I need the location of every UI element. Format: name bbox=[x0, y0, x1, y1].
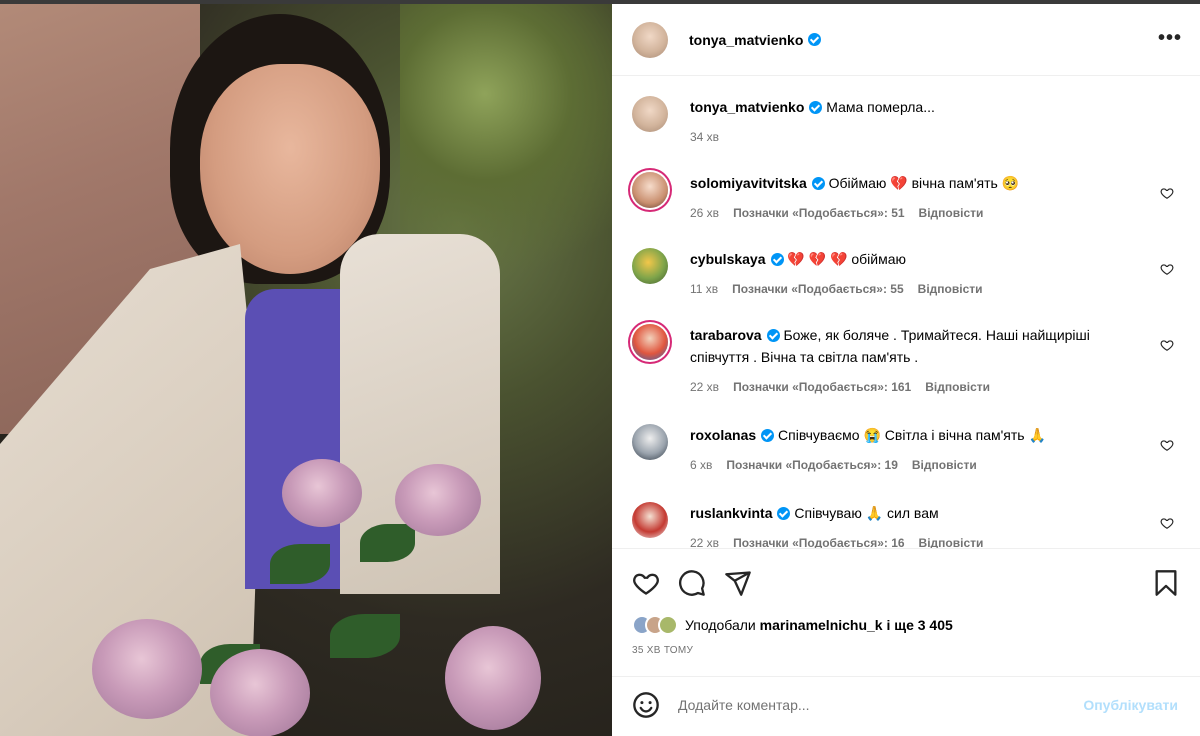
caption-username[interactable]: tonya_matvienko bbox=[690, 99, 804, 115]
verified-badge-icon bbox=[766, 329, 780, 342]
comment-likes[interactable]: Позначки «Подобається»: 19 bbox=[726, 454, 897, 476]
comment-body: roxolanas Співчуваємо 😭 Світла і вічна п… bbox=[690, 424, 1150, 476]
comment-meta: 6 хв Позначки «Подобається»: 19 Відповіс… bbox=[690, 454, 1150, 476]
photo-rose bbox=[282, 459, 362, 527]
browser-frame: tonya_matvienko ••• tonya_matvienko Мама… bbox=[0, 0, 1200, 736]
more-options-icon[interactable]: ••• bbox=[1158, 28, 1182, 48]
verified-badge-icon bbox=[811, 177, 825, 190]
comment-icon[interactable] bbox=[678, 569, 706, 597]
caption-avatar[interactable] bbox=[632, 96, 668, 132]
photo-rose bbox=[445, 626, 541, 730]
reply-button[interactable]: Відповісти bbox=[925, 376, 990, 398]
liker-avatar bbox=[658, 615, 678, 635]
comment-text: Обіймаю 💔 вічна пам'ять 🥺 bbox=[828, 175, 1020, 191]
comment-time[interactable]: 22 хв bbox=[690, 532, 719, 548]
photo-leaf bbox=[270, 544, 330, 584]
liked-by-row[interactable]: Уподобали marinamelnichu_k і ще 3 405 bbox=[632, 615, 953, 635]
comment-time[interactable]: 11 хв bbox=[690, 278, 718, 300]
comment-like-heart-icon[interactable] bbox=[1160, 338, 1174, 352]
comment-username[interactable]: cybulskaya bbox=[690, 251, 766, 267]
comment-input[interactable] bbox=[678, 693, 1058, 717]
add-comment-bar: Опублікувати bbox=[612, 676, 1200, 736]
comment-meta: 11 хв Позначки «Подобається»: 55 Відпові… bbox=[690, 278, 1150, 300]
comment-like-heart-icon[interactable] bbox=[1160, 186, 1174, 200]
heart-icon[interactable] bbox=[632, 569, 660, 597]
reply-button[interactable]: Відповісти bbox=[919, 532, 984, 548]
comment-meta: 22 хв Позначки «Подобається»: 16 Відпові… bbox=[690, 532, 1150, 548]
post-actions: Уподобали marinamelnichu_k і ще 3 405 35… bbox=[612, 548, 1200, 696]
commenter-avatar[interactable] bbox=[632, 324, 668, 360]
photo-leaf bbox=[330, 614, 400, 658]
share-icon[interactable] bbox=[724, 569, 752, 597]
commenter-avatar[interactable] bbox=[632, 248, 668, 284]
liked-by-prefix: Уподобали bbox=[685, 617, 756, 633]
post-comment-button[interactable]: Опублікувати bbox=[1083, 697, 1178, 713]
bookmark-icon[interactable] bbox=[1152, 569, 1180, 597]
comment-body: solomiyavitvitska Обіймаю 💔 вічна пам'ят… bbox=[690, 172, 1150, 224]
comment-username[interactable]: roxolanas bbox=[690, 427, 756, 443]
author-avatar[interactable] bbox=[632, 21, 668, 58]
comment-like-heart-icon[interactable] bbox=[1160, 262, 1174, 276]
comment-body: tarabarova Боже, як боляче . Тримайтеся.… bbox=[690, 324, 1150, 398]
comment-username[interactable]: ruslankvinta bbox=[690, 505, 772, 521]
post-side-panel: tonya_matvienko ••• tonya_matvienko Мама… bbox=[612, 4, 1200, 736]
photo-rose bbox=[395, 464, 481, 536]
comment-likes[interactable]: Позначки «Подобається»: 161 bbox=[733, 376, 911, 398]
comment-like-heart-icon[interactable] bbox=[1160, 516, 1174, 530]
comment-text: Співчуваю 🙏 сил вам bbox=[794, 505, 939, 521]
comment-text: 💔 💔 💔 обіймаю bbox=[787, 251, 907, 267]
emoji-icon[interactable] bbox=[632, 691, 660, 719]
comment-likes[interactable]: Позначки «Подобається»: 16 bbox=[733, 532, 904, 548]
comment-meta: 22 хв Позначки «Подобається»: 161 Відпов… bbox=[690, 376, 1150, 398]
comment-body: cybulskaya 💔 💔 💔 обіймаю 11 хв Позначки … bbox=[690, 248, 1150, 300]
verified-badge-icon bbox=[808, 33, 822, 46]
comment-likes[interactable]: Позначки «Подобається»: 55 bbox=[732, 278, 903, 300]
comment-time[interactable]: 26 хв bbox=[690, 202, 719, 224]
liked-by-user[interactable]: marinamelnichu_k bbox=[760, 617, 883, 633]
verified-badge-icon bbox=[761, 429, 775, 442]
verified-badge-icon bbox=[809, 101, 823, 114]
caption-text: Мама померла... bbox=[826, 99, 935, 115]
reply-button[interactable]: Відповісти bbox=[918, 278, 983, 300]
comment-time[interactable]: 6 хв bbox=[690, 454, 712, 476]
commenter-avatar[interactable] bbox=[632, 172, 668, 208]
comment-username[interactable]: tarabarova bbox=[690, 327, 762, 343]
photo-rose bbox=[210, 649, 310, 736]
photo-face bbox=[200, 64, 380, 274]
reply-button[interactable]: Відповісти bbox=[919, 202, 984, 224]
post-time-ago[interactable]: 35 ХВ ТОМУ bbox=[632, 645, 693, 656]
caption-meta: 34 хв bbox=[690, 126, 1150, 148]
caption-body: tonya_matvienko Мама померла... 34 хв bbox=[690, 96, 1150, 148]
comment-time[interactable]: 22 хв bbox=[690, 376, 719, 398]
comment-likes[interactable]: Позначки «Подобається»: 51 bbox=[733, 202, 904, 224]
commenter-avatar[interactable] bbox=[632, 424, 668, 460]
caption-time[interactable]: 34 хв bbox=[690, 126, 719, 148]
comment-like-heart-icon[interactable] bbox=[1160, 438, 1174, 452]
comments-list[interactable]: tonya_matvienko Мама померла... 34 хв so… bbox=[612, 76, 1200, 548]
comment-meta: 26 хв Позначки «Подобається»: 51 Відпові… bbox=[690, 202, 1150, 224]
comment-body: ruslankvinta Співчуваю 🙏 сил вам 22 хв П… bbox=[690, 502, 1150, 548]
comment-text: Співчуваємо 😭 Світла і вічна пам'ять 🙏 bbox=[778, 427, 1046, 443]
reply-button[interactable]: Відповісти bbox=[912, 454, 977, 476]
liked-by-count[interactable]: і ще 3 405 bbox=[886, 617, 952, 633]
author-username[interactable]: tonya_matvienko bbox=[689, 32, 803, 48]
liked-by-text: Уподобали marinamelnichu_k і ще 3 405 bbox=[685, 617, 953, 633]
verified-badge-icon bbox=[777, 507, 791, 520]
comment-username[interactable]: solomiyavitvitska bbox=[690, 175, 807, 191]
post-header: tonya_matvienko ••• bbox=[612, 4, 1200, 76]
photo-rose bbox=[92, 619, 202, 719]
verified-badge-icon bbox=[770, 253, 784, 266]
commenter-avatar[interactable] bbox=[632, 502, 668, 538]
post-photo[interactable] bbox=[0, 4, 612, 736]
photo-leaf bbox=[360, 524, 415, 562]
